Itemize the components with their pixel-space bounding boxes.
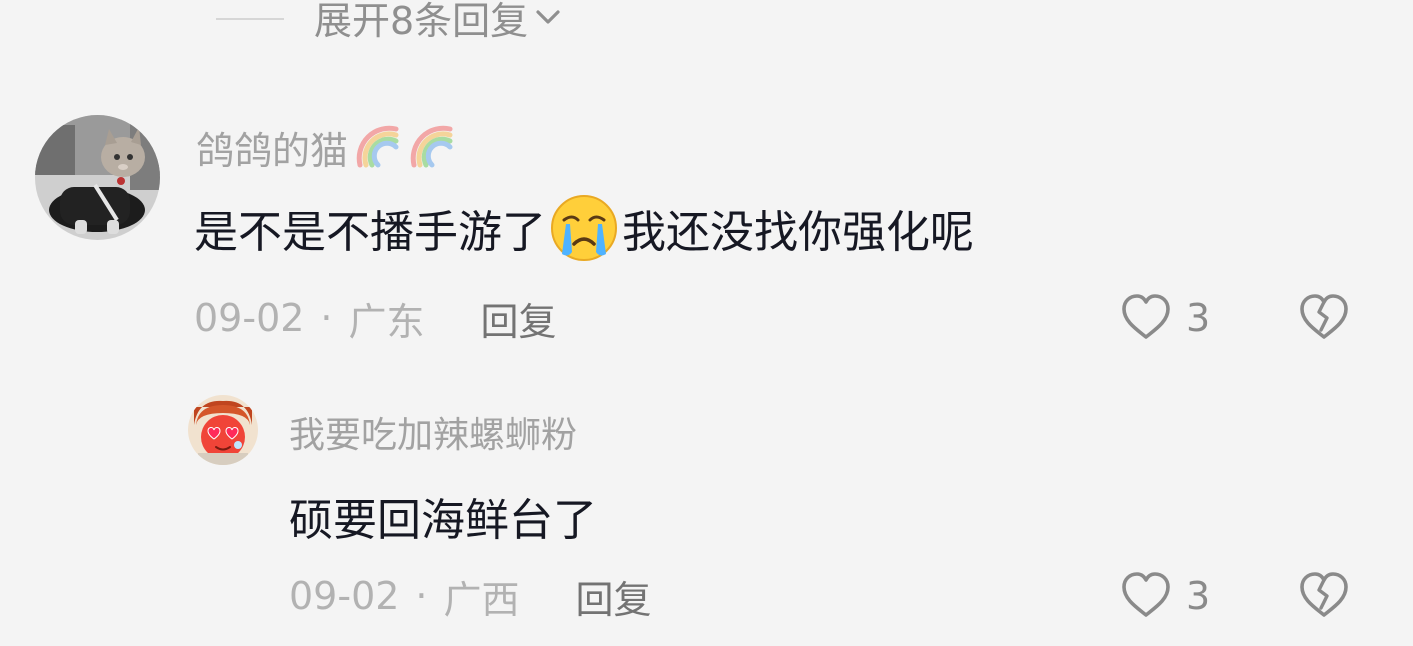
reply-reply-button[interactable]: 回复 [576,569,652,624]
comment-text-before: 是不是不播手游了 [194,207,546,258]
cat-avatar-image [35,115,160,240]
meta-separator: · [320,296,333,340]
reply-text: 硕要回海鲜台了 [289,484,597,548]
expand-divider-line [216,18,284,20]
reply-meta: 09-02 · 广西 回复 [289,568,652,624]
reply-like-count: 3 [1186,574,1211,618]
reply-text-content: 硕要回海鲜台了 [289,495,597,546]
comment-text: 是不是不播手游了 我还没找你强化呢 [194,195,974,261]
meta-separator: · [415,574,428,618]
comment-username[interactable]: 鸽鸽的猫 [196,120,456,174]
expand-replies-button[interactable]: 展开8条回复 [314,0,564,43]
like-button[interactable]: 3 [1118,288,1210,348]
rainbow-icon [410,125,453,168]
avatar-reply[interactable] [188,395,258,465]
reply-button[interactable]: 回复 [481,291,557,346]
comment-date: 09-02 [194,296,305,340]
cartoon-avatar-image [188,395,258,465]
broken-heart-icon [1300,294,1348,339]
reply-username-text: 我要吃加辣螺蛳粉 [289,415,578,456]
reply-date: 09-02 [289,574,400,618]
reply-dislike-button[interactable] [1296,568,1352,624]
chevron-down-icon [536,10,560,24]
reply-username[interactable]: 我要吃加辣螺蛳粉 [289,405,577,459]
dislike-button[interactable] [1296,290,1352,346]
reply-location: 广西 [443,577,520,622]
crying-face-emoji [551,195,617,261]
heart-icon [1122,294,1170,339]
comment-meta: 09-02 · 广东 回复 [194,290,557,346]
avatar-main-comment[interactable] [35,115,160,240]
broken-heart-icon [1300,572,1348,617]
rainbow-icon [356,125,399,168]
comment-location: 广东 [348,299,425,344]
reply-like-button[interactable]: 3 [1118,566,1210,626]
expand-replies-label: 展开8条回复 [314,0,529,43]
like-count: 3 [1186,296,1211,340]
comment-username-text: 鸽鸽的猫 [196,128,349,173]
heart-icon [1122,572,1170,617]
comment-text-after: 我还没找你强化呢 [622,207,974,258]
